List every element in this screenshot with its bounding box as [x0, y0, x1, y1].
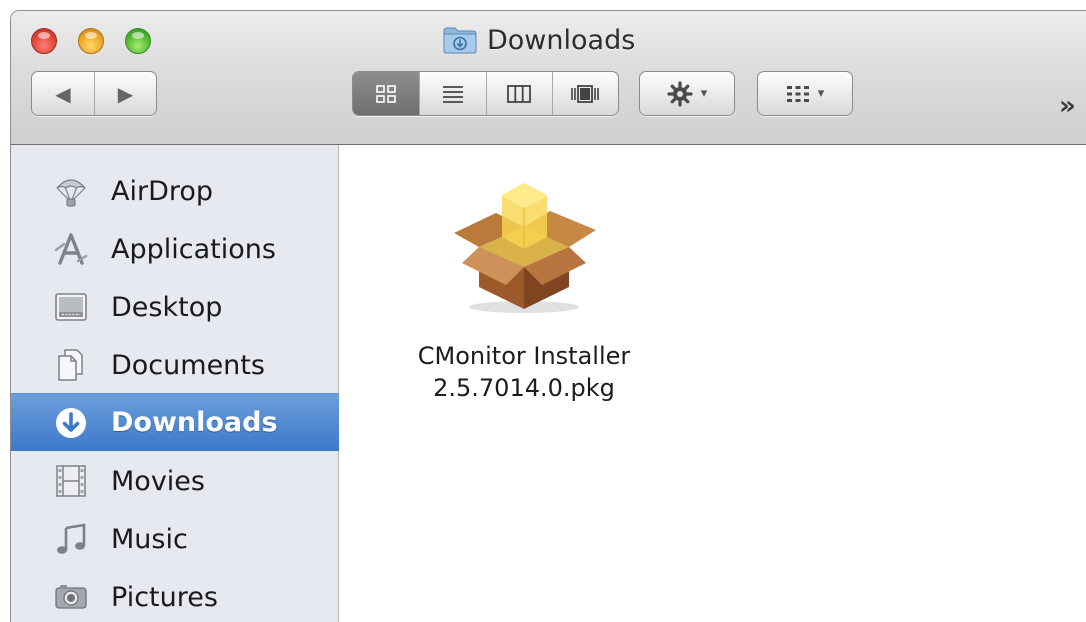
file-item[interactable]: CMonitor Installer 2.5.7014.0.pkg [369, 175, 679, 404]
music-icon [53, 521, 89, 557]
sidebar-item-documents[interactable]: Documents [11, 337, 339, 393]
desktop-icon [53, 289, 89, 325]
cover-flow-icon [571, 84, 600, 103]
minimize-window-button[interactable] [78, 28, 104, 54]
downloads-folder-icon [443, 26, 477, 54]
sidebar-item-label: Documents [111, 349, 265, 381]
zoom-window-button[interactable] [125, 28, 151, 54]
sidebar-item-airdrop[interactable]: AirDrop [11, 163, 339, 219]
back-forward-control: ◀ ▶ [31, 71, 157, 116]
cover-flow-view-button[interactable] [551, 72, 618, 115]
sidebar-item-label: Desktop [111, 291, 223, 323]
sidebar-item-label: Applications [111, 233, 276, 265]
file-name-line-1: CMonitor Installer [417, 342, 631, 370]
movies-icon [53, 463, 89, 499]
double-chevron-right-icon: » [1059, 91, 1076, 121]
close-window-button[interactable] [31, 28, 57, 54]
toolbar-overflow-button[interactable]: » [1059, 91, 1076, 121]
documents-icon [53, 347, 89, 383]
file-area: CMonitor Installer 2.5.7014.0.pkg [339, 145, 1086, 622]
action-menu-button[interactable]: ▾ [639, 71, 735, 116]
sidebar-item-pictures[interactable]: Pictures [11, 569, 339, 622]
window-title: Downloads [443, 23, 635, 57]
icon-view-icon [376, 84, 396, 103]
title-toolbar-bar: Downloads ◀ ▶ ▾ ▾ » [11, 11, 1086, 145]
icon-view-button[interactable] [353, 72, 420, 115]
applications-icon [53, 231, 89, 267]
chevron-down-icon: ▾ [700, 86, 708, 101]
file-name-line-2: 2.5.7014.0.pkg [433, 374, 615, 402]
column-view-button[interactable] [485, 72, 552, 115]
sidebar-item-label: Movies [111, 465, 205, 497]
file-name: CMonitor Installer 2.5.7014.0.pkg [369, 340, 679, 404]
sidebar-item-applications[interactable]: Applications [11, 221, 339, 277]
sidebar-item-label: AirDrop [111, 175, 214, 207]
arrange-menu-button[interactable]: ▾ [757, 71, 853, 116]
list-view-button[interactable] [419, 72, 485, 115]
downloads-icon [53, 405, 89, 441]
gear-icon [667, 80, 693, 107]
list-view-icon [442, 85, 463, 103]
sidebar-item-movies[interactable]: Movies [11, 453, 339, 509]
window-title-label: Downloads [487, 24, 636, 56]
sidebar-item-label: Pictures [111, 581, 218, 613]
sidebar-item-music[interactable]: Music [11, 511, 339, 567]
forward-arrow-icon: ▶ [117, 81, 134, 106]
arrange-grid-icon [786, 85, 809, 102]
column-view-icon [507, 84, 532, 103]
forward-button[interactable]: ▶ [93, 72, 156, 115]
sidebar-item-downloads[interactable]: Downloads [11, 393, 339, 451]
sidebar-item-label: Downloads [111, 407, 278, 438]
package-icon [444, 175, 604, 315]
chevron-down-icon: ▾ [817, 86, 825, 101]
view-mode-control [352, 71, 619, 116]
back-button[interactable]: ◀ [32, 72, 94, 115]
sidebar: AirDrop Applications Desktop Documents D… [11, 145, 339, 622]
airdrop-icon [53, 173, 89, 209]
finder-window: Downloads ◀ ▶ ▾ ▾ » AirDrop Applications… [10, 10, 1086, 622]
sidebar-item-label: Music [111, 523, 188, 555]
sidebar-item-desktop[interactable]: Desktop [11, 279, 339, 335]
back-arrow-icon: ◀ [55, 81, 71, 106]
camera-icon [53, 579, 89, 615]
